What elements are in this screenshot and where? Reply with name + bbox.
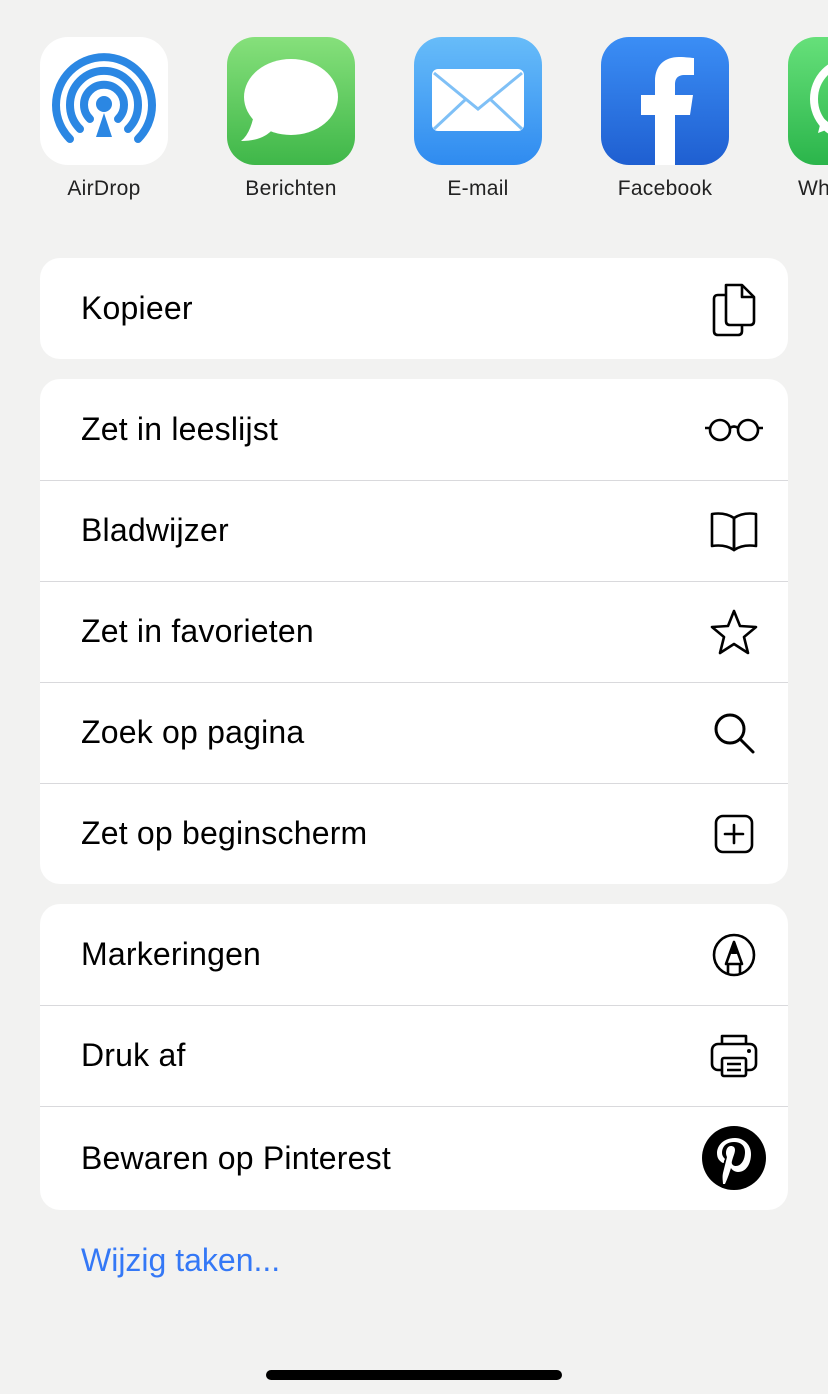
home-indicator[interactable] xyxy=(266,1370,562,1380)
action-label: Bladwijzer xyxy=(81,512,229,548)
action-find-on-page[interactable]: Zoek op pagina xyxy=(40,682,788,783)
actions-group-more: Markeringen Druk af Bewaren op Pinterest xyxy=(40,904,788,1210)
plus-square-icon xyxy=(702,802,766,866)
action-pinterest[interactable]: Bewaren op Pinterest xyxy=(40,1106,788,1210)
action-label: Bewaren op Pinterest xyxy=(81,1139,391,1176)
action-label: Druk af xyxy=(81,1037,186,1073)
app-label: AirDrop xyxy=(67,177,141,200)
action-markup[interactable]: Markeringen xyxy=(40,904,788,1005)
app-label: Wh xyxy=(798,177,828,200)
action-bookmark[interactable]: Bladwijzer xyxy=(40,480,788,581)
printer-icon xyxy=(702,1024,766,1088)
actions-group-page: Zet in leeslijst Bladwijzer Zet in favor… xyxy=(40,379,788,884)
action-add-home-screen[interactable]: Zet op beginscherm xyxy=(40,783,788,884)
app-whatsapp[interactable]: Wh xyxy=(788,37,828,201)
app-messages[interactable]: Berichten xyxy=(227,37,355,201)
app-airdrop[interactable]: AirDrop xyxy=(40,37,168,201)
book-icon xyxy=(702,499,766,563)
whatsapp-icon xyxy=(788,37,828,165)
action-label: Kopieer xyxy=(81,290,193,326)
app-label: Berichten xyxy=(245,177,337,200)
action-reading-list[interactable]: Zet in leeslijst xyxy=(40,379,788,480)
markup-icon xyxy=(702,923,766,987)
action-favorites[interactable]: Zet in favorieten xyxy=(40,581,788,682)
actions-group-copy: Kopieer xyxy=(40,258,788,359)
airdrop-icon xyxy=(40,37,168,165)
app-share-row[interactable]: AirDrop Berichten E-mail Facebook Wh xyxy=(40,37,828,212)
action-label: Zet op beginscherm xyxy=(81,815,368,851)
action-label: Zet in favorieten xyxy=(81,613,314,649)
star-icon xyxy=(702,600,766,664)
edit-actions-link[interactable]: Wijzig taken... xyxy=(81,1242,280,1279)
app-mail[interactable]: E-mail xyxy=(414,37,542,201)
action-print[interactable]: Druk af xyxy=(40,1005,788,1106)
pinterest-icon xyxy=(702,1126,766,1190)
facebook-icon xyxy=(601,37,729,165)
share-sheet: AirDrop Berichten E-mail Facebook Wh Kop… xyxy=(0,0,828,1394)
action-label: Zet in leeslijst xyxy=(81,411,279,447)
copy-icon xyxy=(702,277,766,341)
mail-icon xyxy=(414,37,542,165)
action-label: Markeringen xyxy=(81,936,262,972)
messages-icon xyxy=(227,37,355,165)
app-facebook[interactable]: Facebook xyxy=(601,37,729,201)
action-copy[interactable]: Kopieer xyxy=(40,258,788,359)
search-icon xyxy=(702,701,766,765)
action-label: Zoek op pagina xyxy=(81,714,305,750)
app-label: Facebook xyxy=(617,177,713,200)
glasses-icon xyxy=(702,398,766,462)
app-label: E-mail xyxy=(447,177,509,200)
